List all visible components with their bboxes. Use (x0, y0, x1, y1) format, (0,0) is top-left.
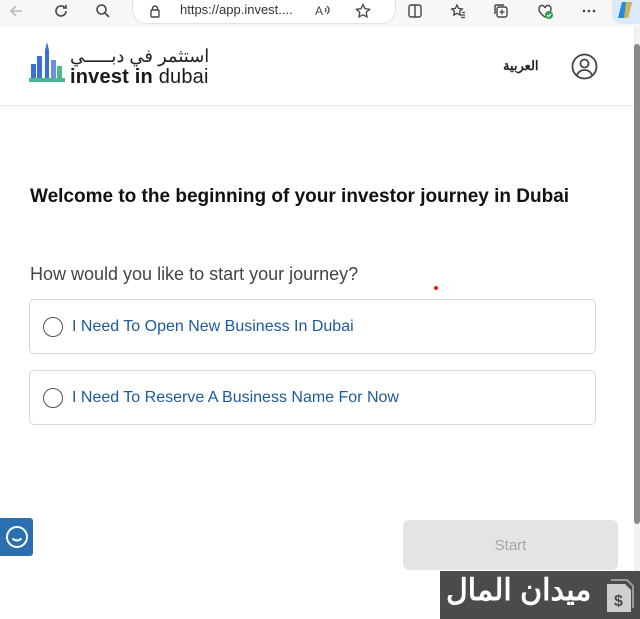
journey-question: How would you like to start your journey… (30, 264, 359, 284)
site-header: استثمر في دبـــــي invest in dubai العرب… (0, 26, 634, 106)
back-icon[interactable] (6, 0, 28, 22)
money-document-icon: $ (607, 579, 634, 612)
browser-toolbar: https://app.invest.... A (0, 0, 640, 26)
split-screen-icon[interactable] (404, 0, 426, 22)
option-reserve-business-name[interactable]: I Need To Reserve A Business Name For No… (29, 370, 596, 425)
logo-english-bold: invest in (70, 66, 153, 88)
option-open-new-business[interactable]: I Need To Open New Business In Dubai (29, 299, 596, 354)
option-label[interactable]: I Need To Open New Business In Dubai (72, 318, 354, 336)
url-text[interactable]: https://app.invest.... (180, 2, 293, 17)
page-title: Welcome to the beginning of your investo… (30, 186, 570, 207)
favorite-star-icon[interactable] (352, 0, 374, 22)
cursor-dot (434, 286, 438, 290)
option-label[interactable]: I Need To Reserve A Business Name For No… (72, 389, 399, 407)
start-button[interactable]: Start (403, 520, 618, 570)
favorites-icon[interactable] (447, 0, 469, 22)
logo-english-light: dubai (152, 66, 209, 88)
language-switch-link[interactable]: العربية (503, 58, 539, 74)
chat-support-button[interactable] (0, 518, 33, 556)
watermark-text: ميدان المال (446, 574, 592, 607)
copilot-icon[interactable] (612, 0, 640, 24)
radio-button[interactable] (43, 388, 63, 408)
user-account-icon[interactable] (571, 53, 598, 80)
logo-english-text: invest in dubai (70, 66, 209, 89)
refresh-icon[interactable] (50, 0, 72, 22)
read-aloud-icon[interactable]: A (312, 0, 334, 22)
svg-text:A: A (315, 4, 323, 18)
more-menu-icon[interactable] (578, 0, 600, 22)
logo-arabic-text: استثمر في دبـــــي (70, 46, 210, 66)
dubai-skyline-logo-icon[interactable] (29, 42, 65, 86)
smiley-chat-icon (5, 526, 28, 548)
radio-button[interactable] (43, 317, 63, 337)
search-icon[interactable] (92, 0, 114, 22)
lock-icon[interactable] (144, 0, 166, 22)
scrollbar-thumb[interactable] (634, 44, 640, 524)
browser-essentials-icon[interactable] (534, 0, 556, 22)
collections-icon[interactable] (490, 0, 512, 22)
svg-text:$: $ (614, 593, 623, 610)
